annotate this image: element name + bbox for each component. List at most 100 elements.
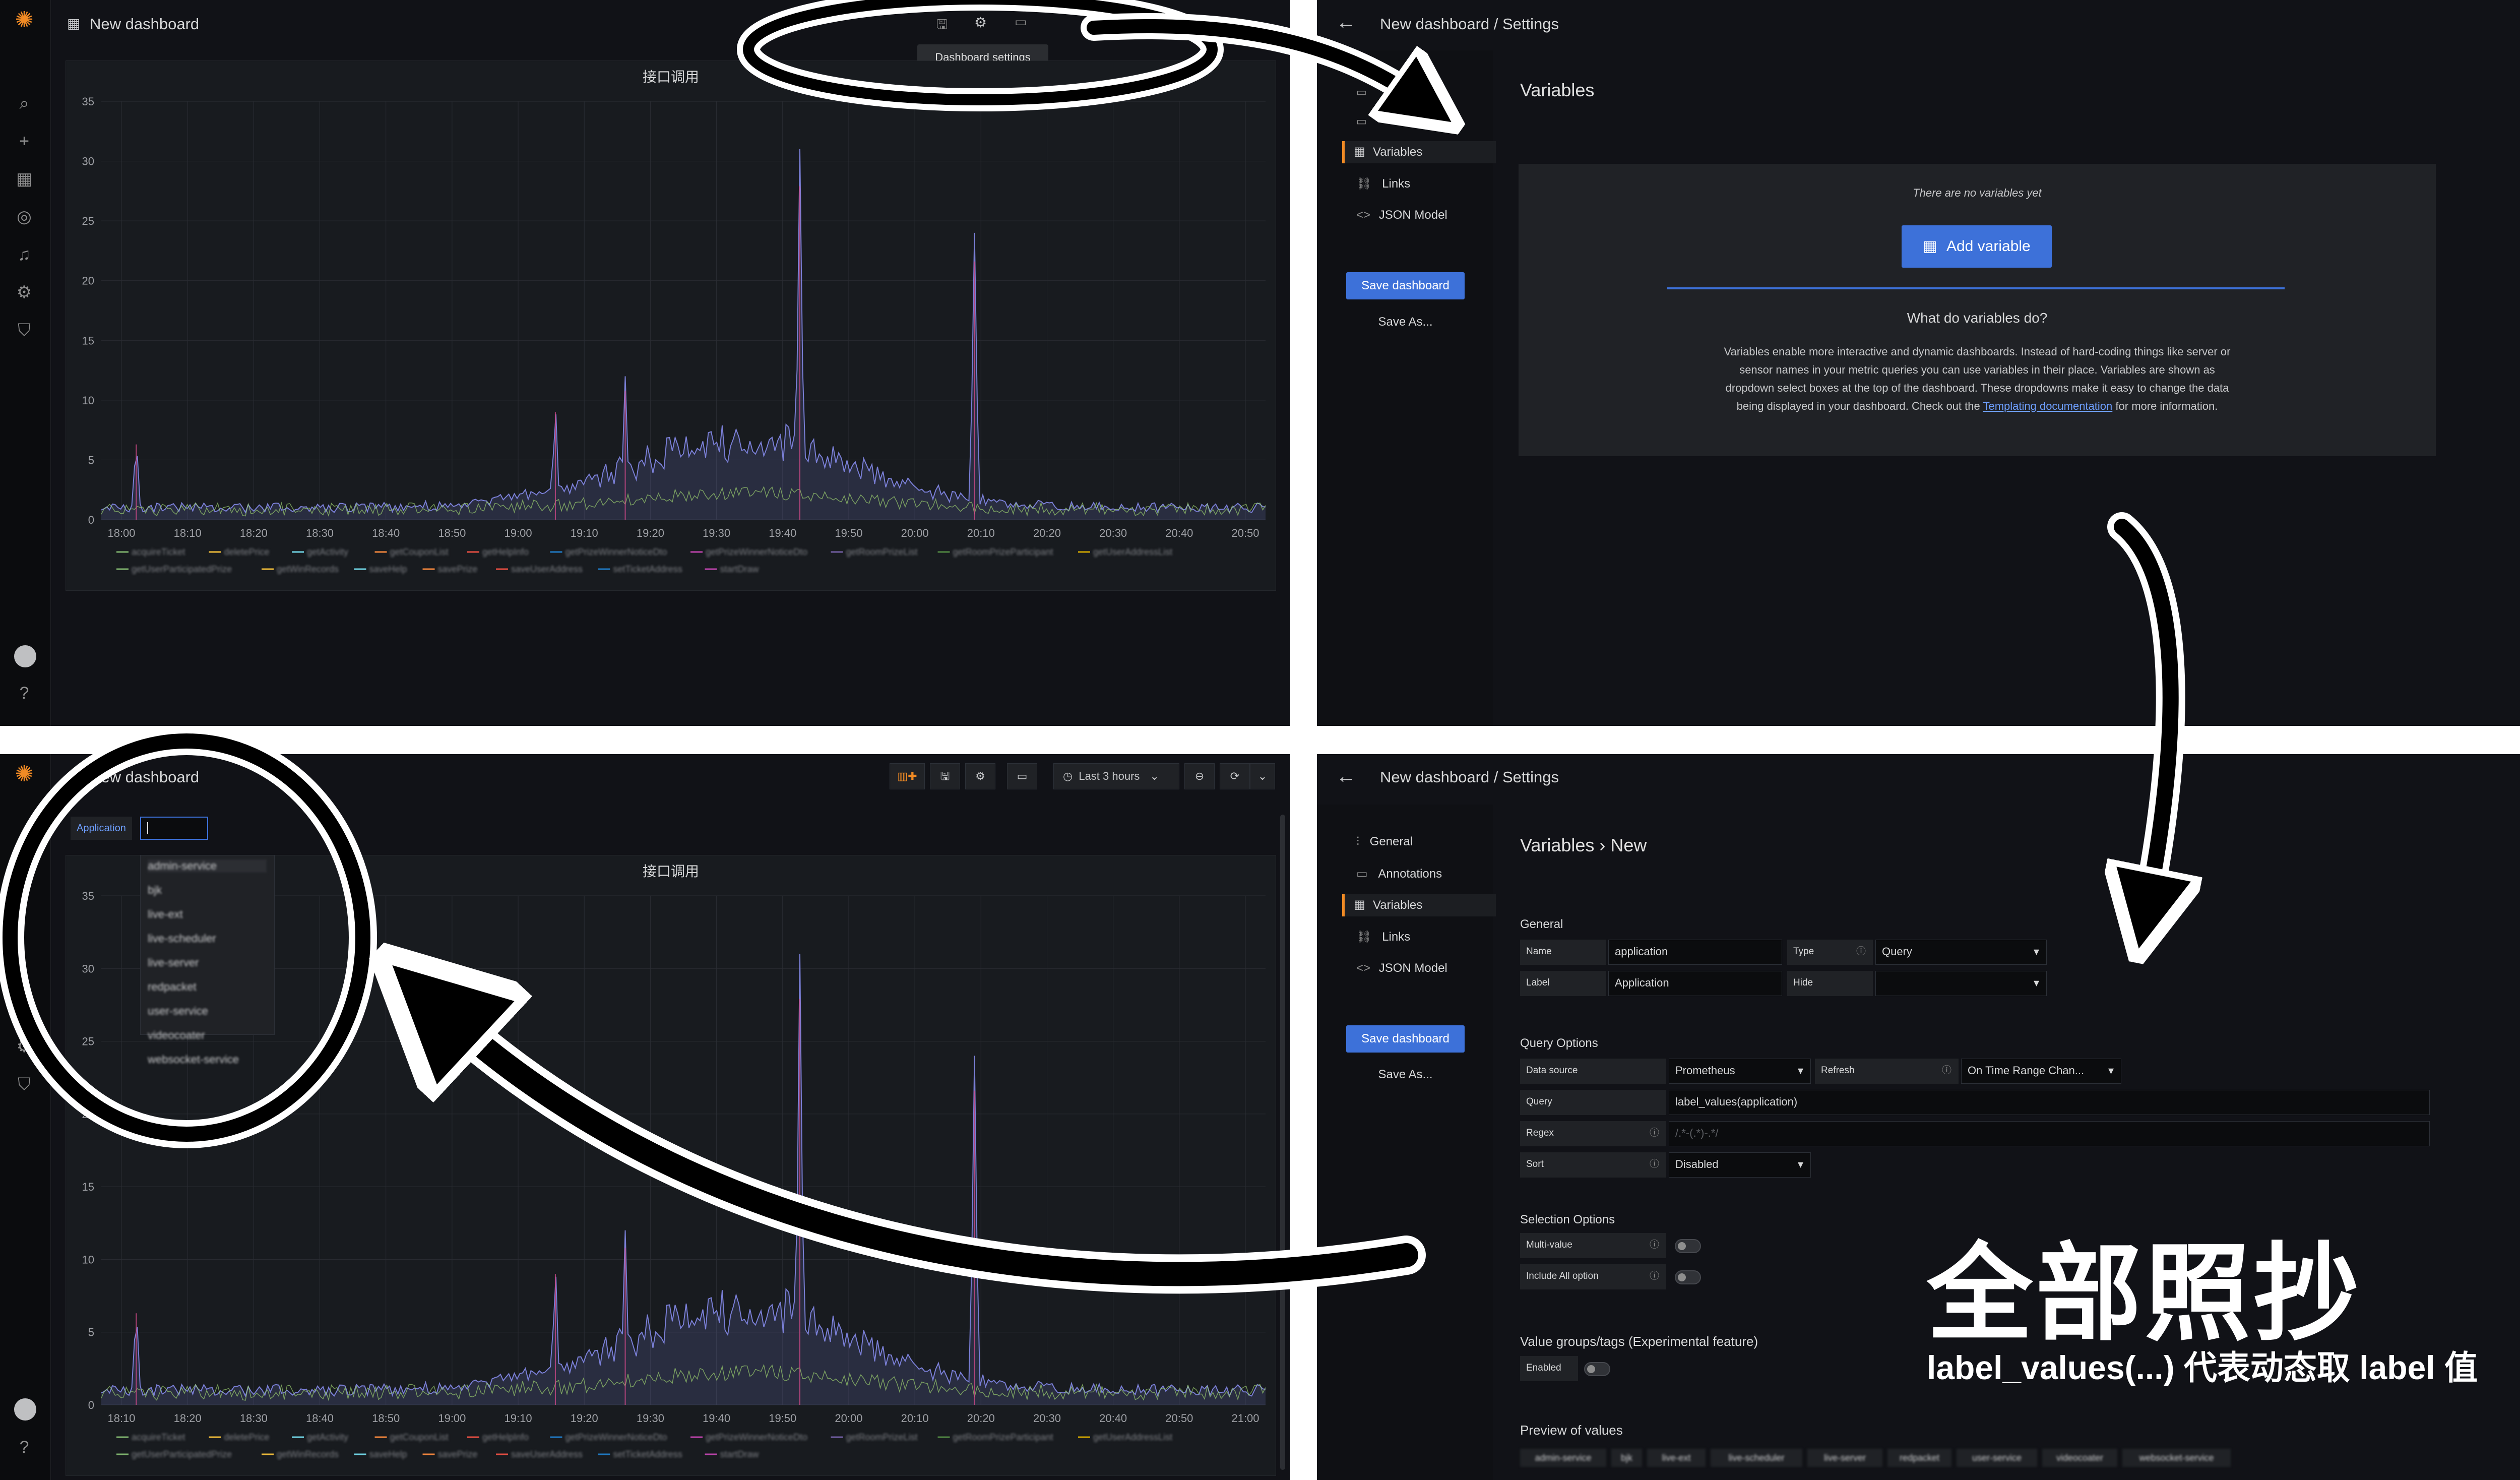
add-variable-button[interactable]: ▦ Add variable	[1902, 225, 2052, 268]
type-select[interactable]: Query ▾	[1875, 940, 2047, 965]
help-icon[interactable]: ?	[14, 683, 34, 703]
datasource-select[interactable]: Prometheus ▾	[1669, 1059, 1811, 1084]
save-dashboard-button[interactable]: Save dashboard	[1346, 1025, 1465, 1053]
dropdown-option[interactable]: live-server	[148, 956, 199, 969]
graph-panel[interactable]: 接口调用 35 30 25 20 15 10 5 0 18:00 18:10 18:20 18:30 1…	[66, 60, 1276, 591]
nav-item-json[interactable]: <> JSON Model	[1356, 208, 1447, 222]
dropdown-option[interactable]: live-ext	[148, 908, 183, 921]
legend-item[interactable]: savePrize	[438, 1449, 478, 1459]
legend-item[interactable]: saveHelp	[369, 564, 407, 574]
save-dashboard-button[interactable]: Save dashboard	[1346, 272, 1465, 299]
save-as-button[interactable]: Save As...	[1346, 310, 1465, 334]
legend-item[interactable]: getPrizeWinnerNoticeDto	[706, 547, 807, 557]
legend-item[interactable]: saveHelp	[369, 1449, 407, 1459]
nav-item-variables[interactable]: ▦ Variables	[1342, 894, 1496, 916]
legend-item[interactable]: getRoomPrizeList	[846, 1432, 918, 1442]
legend-item[interactable]: saveUserAddress	[511, 1449, 583, 1459]
dashboards-icon[interactable]: ▦	[14, 169, 34, 189]
include-all-toggle[interactable]	[1675, 1270, 1701, 1284]
legend-item[interactable]: getPrizeWinnerNoticeDto	[706, 1432, 807, 1442]
legend-item[interactable]: getHelpInfo	[482, 547, 529, 557]
settings-button[interactable]: ⚙	[965, 763, 995, 789]
legend-item[interactable]: getUserParticipatedPrize	[132, 1449, 232, 1459]
nav-item-annotations[interactable]: ▭ Annotations	[1356, 867, 1442, 881]
legend-item[interactable]: deletePrice	[224, 1432, 270, 1442]
back-arrow-icon[interactable]: ←	[1336, 765, 1356, 788]
info-icon[interactable]: ⓘ	[1942, 1059, 1951, 1083]
avatar[interactable]	[14, 645, 36, 667]
legend-item[interactable]: getActivity	[307, 1432, 348, 1442]
legend-item[interactable]: deletePrice	[224, 547, 270, 557]
shield-icon[interactable]: ⛉	[14, 1074, 34, 1094]
legend-item[interactable]: getCouponList	[390, 1432, 449, 1442]
nav-item-partial-1[interactable]: ▭	[1356, 86, 1367, 99]
name-input[interactable]: application	[1608, 940, 1782, 965]
variable-dropdown[interactable]: admin-service bjk live-ext live-scheduler li…	[140, 855, 275, 1066]
explore-icon[interactable]: ◎	[14, 207, 34, 227]
gear-icon[interactable]: ⚙	[14, 282, 34, 302]
plus-icon[interactable]: +	[14, 131, 34, 151]
label-input[interactable]: Application	[1608, 971, 1782, 996]
nav-item-json[interactable]: <> JSON Model	[1356, 961, 1447, 975]
shield-icon[interactable]: ⛉	[14, 320, 34, 340]
dashboard-title[interactable]: New dashboard	[90, 15, 199, 33]
gear-icon[interactable]: ⚙	[974, 14, 987, 31]
refresh-select[interactable]: On Time Range Chan... ▾	[1961, 1059, 2121, 1084]
info-icon[interactable]: ⓘ	[1650, 1152, 1659, 1177]
variable-input[interactable]	[140, 817, 208, 840]
tv-icon[interactable]: ▭	[1015, 14, 1027, 30]
back-arrow-icon[interactable]: ←	[1336, 11, 1356, 34]
time-picker[interactable]: ◷ Last 3 hours ⌄	[1053, 763, 1179, 789]
dropdown-option[interactable]: videocoater	[148, 1029, 205, 1042]
legend-item[interactable]: getRoomPrizeParticipant	[953, 547, 1053, 557]
grafana-logo-icon[interactable]: ✺	[14, 763, 34, 785]
dashboard-title[interactable]: New dashboard	[90, 768, 199, 786]
save-button[interactable]: 🖫	[930, 763, 960, 789]
multi-value-toggle[interactable]	[1675, 1239, 1701, 1253]
info-icon[interactable]: ⓘ	[1650, 1264, 1659, 1288]
legend-item[interactable]: getPrizeWinnerNoticeDto	[565, 1432, 667, 1442]
sort-select[interactable]: Disabled ▾	[1669, 1152, 1811, 1178]
tv-mode-button[interactable]: ▭	[1007, 763, 1037, 789]
legend-item[interactable]: setTicketAddress	[613, 1449, 682, 1459]
nav-item-variables[interactable]: ▦ Variables	[1342, 141, 1496, 163]
info-icon[interactable]: ⓘ	[1650, 1121, 1659, 1145]
legend-item[interactable]: getWinRecords	[277, 1449, 339, 1459]
dropdown-option[interactable]: bjk	[148, 884, 162, 897]
legend-item[interactable]: getCouponList	[390, 547, 449, 557]
refresh-button[interactable]: ⟳	[1220, 763, 1250, 789]
bell-icon[interactable]: ♫	[14, 244, 34, 265]
dropdown-option[interactable]: admin-service	[148, 859, 267, 873]
info-icon[interactable]: ⓘ	[1856, 940, 1866, 964]
zoom-out-button[interactable]: ⊖	[1184, 763, 1215, 789]
add-panel-button[interactable]: ▥✚	[890, 763, 925, 789]
grafana-logo-icon[interactable]: ✺	[14, 9, 34, 31]
legend-item[interactable]: getUserAddressList	[1093, 547, 1172, 557]
legend-item[interactable]: getRoomPrizeList	[846, 547, 918, 557]
hide-select[interactable]: ▾	[1875, 971, 2047, 996]
legend-item[interactable]: getPrizeWinnerNoticeDto	[565, 547, 667, 557]
enabled-toggle[interactable]	[1584, 1362, 1610, 1376]
legend-item[interactable]: getWinRecords	[277, 564, 339, 574]
avatar[interactable]	[14, 1398, 36, 1421]
legend-item[interactable]: getHelpInfo	[482, 1432, 529, 1442]
legend-item[interactable]: acquireTicket	[132, 1432, 185, 1442]
legend-item[interactable]: startDraw	[720, 1449, 760, 1459]
dropdown-option[interactable]: live-scheduler	[148, 932, 216, 945]
nav-item-links[interactable]: ⛓ Links	[1356, 930, 1410, 944]
legend-item[interactable]: startDraw	[720, 564, 760, 574]
nav-item-partial-2[interactable]: ▭	[1356, 115, 1367, 128]
dropdown-option[interactable]: websocket-service	[148, 1053, 239, 1066]
dropdown-option[interactable]: user-service	[148, 1005, 208, 1018]
legend-item[interactable]: savePrize	[438, 564, 478, 574]
legend-item[interactable]: getRoomPrizeParticipant	[953, 1432, 1053, 1442]
legend-item[interactable]: getUserParticipatedPrize	[132, 564, 232, 574]
legend-item[interactable]: setTicketAddress	[613, 564, 682, 574]
refresh-interval-dropdown[interactable]: ⌄	[1250, 763, 1275, 789]
help-icon[interactable]: ?	[14, 1437, 34, 1457]
templating-docs-link[interactable]: Templating documentation	[1983, 400, 2112, 412]
save-as-button[interactable]: Save As...	[1346, 1063, 1465, 1087]
info-icon[interactable]: ⓘ	[1650, 1233, 1659, 1257]
nav-item-links[interactable]: ⛓ Links	[1356, 176, 1410, 191]
legend-item[interactable]: saveUserAddress	[511, 564, 583, 574]
